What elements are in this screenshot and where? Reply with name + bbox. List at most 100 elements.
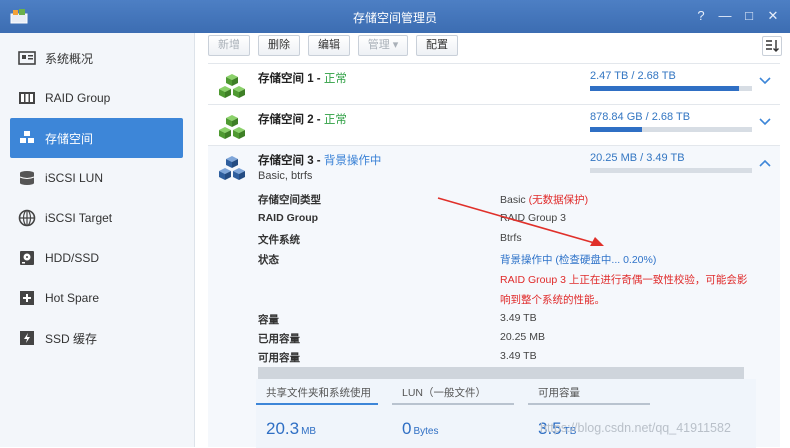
sidebar-item-label: 存储空间 — [45, 131, 94, 146]
sidebar-item-iscsi-target[interactable]: iSCSI Target — [10, 198, 183, 238]
usage-bar-fill — [590, 127, 642, 132]
volume-name: 存储空间 2 — [258, 114, 314, 126]
sidebar-item-hot-spare[interactable]: Hot Spare — [10, 278, 183, 318]
sidebar-item-iscsi-lun[interactable]: iSCSI LUN — [10, 158, 183, 198]
close-button[interactable]: ✕ — [762, 6, 784, 26]
stat-unit: Bytes — [413, 426, 439, 437]
detail-status-note-1: RAID Group 3 上正在进行奇偶一致性校验，可能会影 — [500, 274, 748, 286]
capacity-stats: 共享文件夹和系统使用 20.3 MB LUN（一般文件） 0 Bytes 可用容量 … — [256, 379, 756, 448]
volume-row-3-expanded[interactable]: 存储空间 3 - 背景操作中 Basic, btrfs 20.25 MB / 3… — [208, 145, 780, 448]
hot-spare-icon — [18, 289, 36, 307]
stat-lun: LUN（一般文件） 0 Bytes — [392, 379, 514, 448]
toolbar: 新增 删除 编辑 管理 ▾ 配置 — [196, 33, 790, 58]
stat-label: LUN（一般文件） — [402, 387, 487, 399]
minimize-button[interactable]: — — [714, 6, 736, 26]
main-panel: 新增 删除 编辑 管理 ▾ 配置 存储空间 1 - 正常 2.47 TB / 2… — [196, 33, 790, 448]
stat-shared-folders: 共享文件夹和系统使用 20.3 MB — [256, 379, 378, 448]
detail-label-capacity: 容量 — [258, 314, 279, 326]
volume-cubes-blue-icon — [219, 156, 245, 180]
volume-subtitle: Basic, btrfs — [258, 170, 313, 182]
detail-label-used: 已用容量 — [258, 333, 300, 345]
sidebar-item-label: HDD/SSD — [45, 251, 100, 265]
stat-value: 0 — [402, 419, 412, 438]
volume-usage: 20.25 MB / 3.49 TB — [590, 152, 685, 164]
watermark: https://blog.csdn.net/qq_41911582 — [540, 421, 731, 435]
new-button[interactable]: 新增 — [208, 35, 250, 56]
edit-button[interactable]: 编辑 — [308, 35, 350, 56]
detail-value-status: 背景操作中 (检查硬盘中... 0.20%) — [500, 254, 657, 266]
sidebar-item-label: SSD 缓存 — [45, 331, 98, 346]
sort-button[interactable] — [762, 36, 782, 56]
sidebar-item-hdd-ssd[interactable]: HDD/SSD — [10, 238, 183, 278]
sidebar-item-label: iSCSI Target — [45, 211, 113, 225]
detail-label-status: 状态 — [258, 254, 279, 266]
detail-value-type-note: (无数据保护) — [525, 194, 589, 206]
volume-status-separator: - — [313, 155, 324, 167]
volume-row-1[interactable]: 存储空间 1 - 正常 2.47 TB / 2.68 TB — [208, 63, 780, 104]
detail-value-type: Basic — [500, 194, 526, 206]
usage-bar-fill — [590, 86, 740, 91]
stat-unit: MB — [301, 426, 317, 437]
volume-cubes-green-icon — [219, 115, 245, 139]
usage-bar — [590, 86, 752, 91]
detail-label-available: 可用容量 — [258, 352, 300, 364]
maximize-button[interactable]: □ — [738, 6, 760, 26]
title-bar: 存储空间管理员 ? — □ ✕ — [0, 0, 790, 33]
volume-row-2[interactable]: 存储空间 2 - 正常 878.84 GB / 2.68 TB — [208, 104, 780, 145]
volume-status: 背景操作中 — [323, 155, 382, 167]
volume-status-separator: - — [313, 73, 324, 85]
sort-icon — [766, 40, 779, 52]
stat-underline — [392, 403, 514, 405]
volume-status-separator: - — [313, 114, 324, 126]
sidebar-item-raid-group[interactable]: RAID Group — [10, 78, 183, 118]
detail-label-type: 存储空间类型 — [258, 194, 321, 206]
overview-icon — [18, 49, 36, 67]
detail-value-raid: RAID Group 3 — [500, 212, 566, 224]
volume-name: 存储空间 1 — [258, 73, 314, 85]
config-button[interactable]: 配置 — [416, 35, 458, 56]
storage-volume-icon — [18, 129, 36, 147]
detail-value-fs: Btrfs — [500, 232, 522, 244]
usage-bar — [590, 168, 752, 173]
chevron-down-icon[interactable] — [758, 117, 772, 127]
sidebar-item-label: 系统概况 — [45, 51, 94, 66]
iscsi-target-icon — [18, 209, 36, 227]
volume-name: 存储空间 3 — [258, 155, 314, 167]
volume-status: 正常 — [323, 73, 347, 85]
sidebar: 系统概况 RAID Group 存储空间 iSCSI LUN iSCSI Tar… — [0, 33, 195, 447]
sidebar-item-label: RAID Group — [45, 91, 111, 105]
volume-cubes-green-icon — [219, 74, 245, 98]
sidebar-item-label: iSCSI LUN — [45, 171, 104, 185]
usage-bar — [590, 127, 752, 132]
sidebar-item-storage-volume[interactable]: 存储空间 — [10, 118, 183, 158]
volume-usage: 2.47 TB / 2.68 TB — [590, 70, 676, 82]
detail-status-note-2: 响到整个系统的性能。 — [500, 294, 605, 306]
sidebar-item-ssd-cache[interactable]: SSD 缓存 — [10, 318, 183, 358]
help-button[interactable]: ? — [690, 6, 712, 26]
chevron-down-icon[interactable] — [758, 76, 772, 86]
chevron-up-icon[interactable] — [758, 158, 772, 168]
stat-label: 共享文件夹和系统使用 — [266, 387, 371, 399]
detail-label-raid: RAID Group — [258, 212, 319, 224]
detail-value-capacity: 3.49 TB — [500, 312, 537, 324]
sidebar-item-label: Hot Spare — [45, 291, 100, 305]
stat-label: 可用容量 — [538, 387, 580, 399]
delete-button[interactable]: 删除 — [258, 35, 300, 56]
capacity-bar — [258, 367, 744, 379]
detail-value-available: 3.49 TB — [500, 350, 537, 362]
window-title: 存储空间管理员 — [352, 11, 437, 25]
raid-group-icon — [18, 89, 36, 107]
stat-underline — [528, 403, 650, 405]
detail-value-used: 20.25 MB — [500, 331, 545, 343]
volume-usage: 878.84 GB / 2.68 TB — [590, 111, 691, 123]
volume-status: 正常 — [323, 114, 347, 126]
stat-underline — [256, 403, 378, 405]
manage-dropdown[interactable]: 管理 ▾ — [358, 35, 408, 56]
hdd-icon — [18, 249, 36, 267]
stat-available: 可用容量 3.5 TB — [528, 379, 650, 448]
iscsi-lun-icon — [18, 169, 36, 187]
stat-value: 20.3 — [266, 419, 300, 438]
sidebar-item-overview[interactable]: 系统概况 — [10, 38, 183, 78]
ssd-cache-icon — [18, 329, 36, 347]
detail-label-fs: 文件系统 — [258, 234, 300, 246]
